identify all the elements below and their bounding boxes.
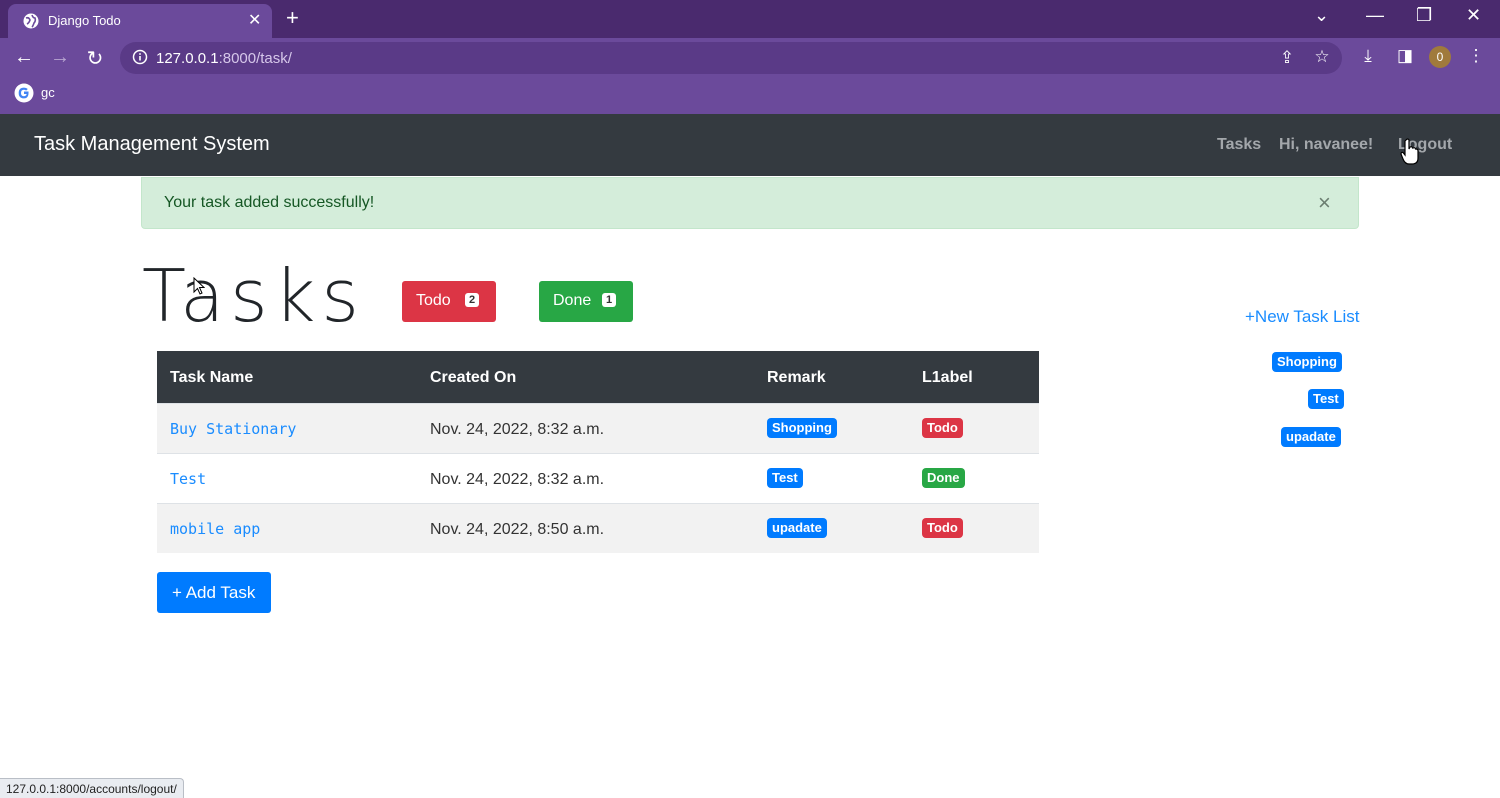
table-row: Test Nov. 24, 2022, 8:32 a.m. Test Done: [157, 453, 1039, 503]
new-tab-icon[interactable]: +: [286, 5, 299, 31]
nav-greeting: Hi, navanee!: [1279, 136, 1374, 153]
back-icon[interactable]: ←: [12, 46, 36, 69]
download-icon[interactable]: ⤓: [1357, 46, 1379, 66]
url-host: 127.0.0.1: [156, 50, 219, 67]
label-badge: Todo: [922, 418, 963, 438]
forward-icon[interactable]: →: [48, 46, 72, 69]
table-row: mobile app Nov. 24, 2022, 8:50 a.m. upad…: [157, 503, 1039, 553]
remark-badge: upadate: [767, 518, 827, 538]
task-name-link[interactable]: mobile app: [170, 520, 260, 538]
task-list-test[interactable]: Test: [1308, 389, 1344, 409]
task-list-shopping[interactable]: Shopping: [1272, 352, 1342, 372]
hand-cursor-icon: [1400, 138, 1419, 165]
tab-search-icon[interactable]: ⌄: [1314, 5, 1329, 26]
info-icon[interactable]: [132, 49, 148, 65]
header-label: L1abel: [922, 369, 973, 386]
add-task-button[interactable]: + Add Task: [157, 572, 271, 613]
task-list-upadate[interactable]: upadate: [1281, 427, 1341, 447]
side-panel-icon[interactable]: ◨: [1394, 46, 1416, 66]
label-badge: Todo: [922, 518, 963, 538]
todo-count-button[interactable]: Todo 2: [402, 281, 496, 322]
address-bar[interactable]: 127.0.0.1:8000/task/ ⇪ ☆: [120, 42, 1342, 74]
bookmarks-bar: gc: [0, 78, 1500, 114]
link-status-bar: 127.0.0.1:8000/accounts/logout/: [0, 778, 184, 798]
header-remark: Remark: [767, 369, 826, 386]
browser-tabbar: Django Todo ✕ + ⌄ — ❐ ✕: [0, 0, 1500, 38]
header-task-name: Task Name: [170, 369, 254, 386]
menu-kebab-icon[interactable]: ⋮: [1465, 46, 1487, 66]
bookmark-gc[interactable]: gc: [41, 85, 55, 100]
remark-badge: Test: [767, 468, 803, 488]
done-count-badge: 1: [602, 293, 617, 307]
globe-icon: [23, 13, 39, 29]
browser-toolbar: ← → ↻ 127.0.0.1:8000/task/ ⇪ ☆ ⤓ ◨ 0 ⋮: [0, 38, 1500, 78]
browser-tab[interactable]: Django Todo ✕: [8, 4, 272, 38]
header-created-on: Created On: [430, 369, 517, 386]
table-header: Task Name Created On Remark L1abel: [157, 351, 1039, 403]
tab-title: Django Todo: [48, 13, 121, 28]
task-name-link[interactable]: Buy Stationary: [170, 420, 296, 438]
brand-title[interactable]: Task Management System: [34, 133, 270, 156]
google-icon[interactable]: [14, 83, 34, 103]
task-name-link[interactable]: Test: [170, 470, 206, 488]
bookmark-star-icon[interactable]: ☆: [1311, 47, 1333, 67]
page-title: Tasks: [142, 254, 365, 338]
done-label: Done: [553, 292, 592, 309]
add-task-label: + Add Task: [172, 583, 256, 602]
app-navbar: Task Management System Tasks Hi, navanee…: [0, 114, 1500, 176]
alert-message: Your task added successfully!: [164, 194, 375, 211]
nav-tasks-link[interactable]: Tasks: [1217, 136, 1261, 154]
reload-icon[interactable]: ↻: [83, 46, 107, 71]
todo-label: Todo: [416, 292, 451, 309]
table-row: Buy Stationary Nov. 24, 2022, 8:32 a.m. …: [157, 403, 1039, 453]
alert-close-icon[interactable]: ×: [1318, 190, 1331, 216]
task-created-on: Nov. 24, 2022, 8:32 a.m.: [430, 471, 605, 488]
minimize-icon[interactable]: —: [1366, 5, 1384, 26]
address-url[interactable]: 127.0.0.1:8000/task/: [156, 50, 292, 67]
task-created-on: Nov. 24, 2022, 8:32 a.m.: [430, 421, 605, 438]
profile-avatar[interactable]: 0: [1429, 46, 1451, 68]
url-path: :8000/task/: [218, 50, 292, 67]
todo-count-badge: 2: [465, 293, 480, 307]
new-task-list-link[interactable]: +New Task List: [1245, 307, 1359, 327]
label-badge: Done: [922, 468, 965, 488]
success-alert: Your task added successfully! ×: [141, 177, 1359, 229]
done-count-button[interactable]: Done 1: [539, 281, 633, 322]
remark-badge: Shopping: [767, 418, 837, 438]
arrow-cursor-icon: [193, 277, 205, 295]
restore-icon[interactable]: ❐: [1416, 5, 1432, 26]
share-icon[interactable]: ⇪: [1276, 48, 1298, 68]
tab-close-icon[interactable]: ✕: [248, 10, 261, 30]
close-window-icon[interactable]: ✕: [1466, 5, 1481, 26]
task-created-on: Nov. 24, 2022, 8:50 a.m.: [430, 521, 605, 538]
